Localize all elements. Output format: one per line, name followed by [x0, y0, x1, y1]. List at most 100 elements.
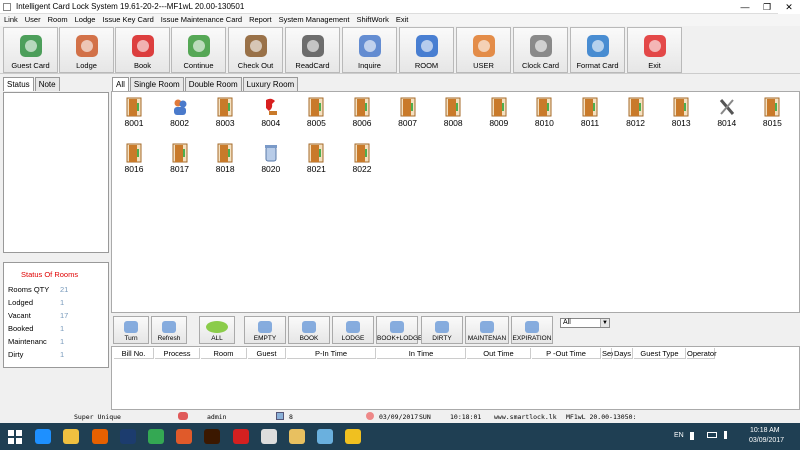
- toolbar-button-room[interactable]: ROOM: [399, 27, 454, 73]
- windows-start-icon[interactable]: [4, 426, 26, 447]
- menu-issue-maintenance-card[interactable]: Issue Maintenance Card: [161, 14, 242, 26]
- column-header[interactable]: P-In Time: [287, 348, 376, 359]
- lock-app-icon[interactable]: [342, 426, 364, 447]
- turn-icon: [119, 319, 143, 335]
- toolbar-button-inquire[interactable]: Inquire: [342, 27, 397, 73]
- volume-icon[interactable]: [724, 431, 730, 439]
- toolbar-button-continue[interactable]: Continue: [171, 27, 226, 73]
- column-header[interactable]: Guest Type: [634, 348, 686, 359]
- toolbar-button-guest-card[interactable]: Guest Card: [3, 27, 58, 73]
- room-8008[interactable]: 8008: [433, 94, 473, 134]
- room-8002[interactable]: 8002: [160, 94, 200, 134]
- tab-single-room[interactable]: Single Room: [129, 77, 184, 91]
- tab-double-room[interactable]: Double Room: [184, 77, 242, 91]
- menu-report[interactable]: Report: [249, 14, 272, 26]
- column-header[interactable]: Bill No.: [114, 348, 154, 359]
- column-header[interactable]: Process: [155, 348, 200, 359]
- filter-button-book-lodge[interactable]: BOOK+LODGE: [376, 316, 422, 344]
- tab-luxury-room[interactable]: Luxury Room: [242, 77, 299, 91]
- window-icon[interactable]: [314, 426, 336, 447]
- toolbar-button-lodge[interactable]: Lodge: [59, 27, 114, 73]
- column-header[interactable]: In Time: [377, 348, 466, 359]
- menu-lodge[interactable]: Lodge: [75, 14, 96, 26]
- taskbar-date[interactable]: 03/09/2017: [749, 437, 784, 444]
- toolbar-button-readcard[interactable]: ReadCard: [285, 27, 340, 73]
- internet-explorer-icon[interactable]: [32, 426, 54, 447]
- toolbar-button-exit[interactable]: Exit: [627, 27, 682, 73]
- room-8012[interactable]: 8012: [616, 94, 656, 134]
- room-8005[interactable]: 8005: [296, 94, 336, 134]
- room-8007[interactable]: 8007: [388, 94, 428, 134]
- room-8021[interactable]: 8021: [296, 140, 336, 180]
- column-header[interactable]: Room: [201, 348, 247, 359]
- column-header[interactable]: P -Out Time: [532, 348, 601, 359]
- column-header[interactable]: Operator: [687, 348, 717, 359]
- toolbar-button-book[interactable]: Book: [115, 27, 170, 73]
- menu-room[interactable]: Room: [48, 14, 68, 26]
- filter-button-maintenan[interactable]: MAINTENAN: [465, 316, 509, 344]
- toolbar-button-user[interactable]: USER: [456, 27, 511, 73]
- toolbar-button-format-card[interactable]: Format Card: [570, 27, 625, 73]
- room-8014[interactable]: 8014: [707, 94, 747, 134]
- tab-status[interactable]: Status: [3, 77, 34, 91]
- filter-button-empty[interactable]: EMPTY: [244, 316, 286, 344]
- menu-exit[interactable]: Exit: [396, 14, 409, 26]
- menu-system-management[interactable]: System Management: [279, 14, 350, 26]
- network-icon[interactable]: [707, 432, 717, 438]
- firefox-icon[interactable]: [89, 426, 111, 447]
- media-player-icon[interactable]: [173, 426, 195, 447]
- column-header[interactable]: Days: [613, 348, 633, 359]
- maximize-button[interactable]: ❐: [756, 0, 778, 14]
- room-8003[interactable]: 8003: [205, 94, 245, 134]
- room-8022[interactable]: 8022: [342, 140, 382, 180]
- column-header[interactable]: Guest: [248, 348, 286, 359]
- menu-issue-key-card[interactable]: Issue Key Card: [102, 14, 153, 26]
- tray-chevron-icon[interactable]: [690, 432, 698, 440]
- taskbar-time[interactable]: 10:18 AM: [750, 427, 780, 434]
- photoshop-icon[interactable]: [117, 426, 139, 447]
- tab-all-rooms[interactable]: All: [112, 77, 129, 91]
- language-indicator[interactable]: EN: [674, 432, 684, 439]
- room-8006[interactable]: 8006: [342, 94, 382, 134]
- toolbar-button-check-out[interactable]: Check Out: [228, 27, 283, 73]
- room-8013[interactable]: 8013: [661, 94, 701, 134]
- room-8017[interactable]: 8017: [160, 140, 200, 180]
- toolbar-button-clock-card[interactable]: Clock Card: [513, 27, 568, 73]
- filter-button-lodge[interactable]: LODGE: [332, 316, 374, 344]
- folder-icon[interactable]: [286, 426, 308, 447]
- room-8004[interactable]: 8004: [251, 94, 291, 134]
- room-number: 8015: [762, 118, 782, 128]
- filter-button-book[interactable]: BOOK: [288, 316, 330, 344]
- room-8011[interactable]: 8011: [570, 94, 610, 134]
- room-number: 8018: [215, 164, 235, 174]
- room-8010[interactable]: 8010: [524, 94, 564, 134]
- room-8020[interactable]: 8020: [251, 140, 291, 180]
- room-8018[interactable]: 8018: [205, 140, 245, 180]
- room-8015[interactable]: 8015: [752, 94, 792, 134]
- document-icon[interactable]: [258, 426, 280, 447]
- column-header[interactable]: Sex: [602, 348, 615, 359]
- filter-button-refresh[interactable]: Refresh: [151, 316, 187, 344]
- file-explorer-icon[interactable]: [60, 426, 82, 447]
- filter-select[interactable]: All ▼: [560, 318, 610, 328]
- tab-note[interactable]: Note: [34, 77, 60, 91]
- format-card-icon: [582, 31, 614, 61]
- menu-shiftwork[interactable]: ShiftWork: [356, 14, 388, 26]
- chrome-icon[interactable]: [145, 426, 167, 447]
- filter-button-expiration[interactable]: EXPIRATION: [511, 316, 553, 344]
- room-8009[interactable]: 8009: [479, 94, 519, 134]
- menu-link[interactable]: Link: [4, 14, 18, 26]
- room-8016[interactable]: 8016: [114, 140, 154, 180]
- filter-button-dirty[interactable]: DIRTY: [421, 316, 463, 344]
- menu-user[interactable]: User: [25, 14, 41, 26]
- filter-button-turn[interactable]: Turn: [113, 316, 149, 344]
- minimize-button[interactable]: —: [734, 0, 756, 14]
- chevron-down-icon[interactable]: ▼: [600, 319, 609, 327]
- close-button[interactable]: ✕: [778, 0, 800, 14]
- room-booked-icon: [263, 97, 279, 117]
- room-8001[interactable]: 8001: [114, 94, 154, 134]
- illustrator-icon[interactable]: [201, 426, 223, 447]
- filter-button-all[interactable]: ALL: [199, 316, 235, 344]
- column-header[interactable]: Out Time: [467, 348, 531, 359]
- acrobat-icon[interactable]: [230, 426, 252, 447]
